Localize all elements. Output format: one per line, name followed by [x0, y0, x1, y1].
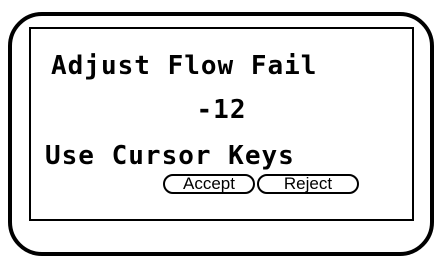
message-title: Adjust Flow Fail — [51, 51, 318, 81]
reject-button[interactable]: Reject — [257, 174, 359, 194]
accept-button[interactable]: Accept — [163, 174, 255, 194]
flow-value: -12 — [196, 95, 247, 125]
instruction-text: Use Cursor Keys — [45, 141, 295, 171]
